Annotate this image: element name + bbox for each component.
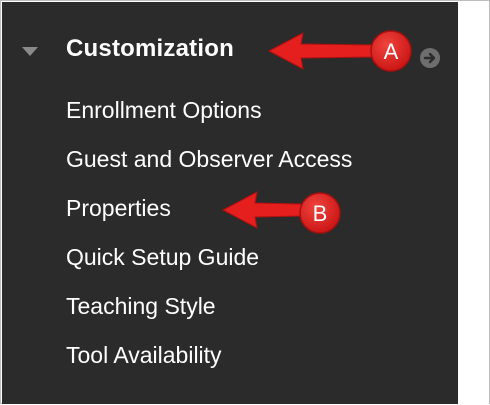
menu-item-tool-availability[interactable]: Tool Availability xyxy=(66,339,352,388)
menu-item-teaching-style[interactable]: Teaching Style xyxy=(66,290,352,339)
customization-menu: Enrollment Options Guest and Observer Ac… xyxy=(66,94,352,388)
customization-section-header[interactable]: Customization xyxy=(2,32,458,72)
menu-item-properties[interactable]: Properties xyxy=(66,192,352,241)
menu-item-quick-setup-guide[interactable]: Quick Setup Guide xyxy=(66,241,352,290)
collapse-triangle-icon[interactable] xyxy=(22,47,38,56)
course-management-sidebar: Customization Enrollment Options Guest a… xyxy=(2,2,458,404)
screenshot-frame: Customization Enrollment Options Guest a… xyxy=(0,0,490,404)
menu-item-guest-observer-access[interactable]: Guest and Observer Access xyxy=(66,143,352,192)
content-area xyxy=(458,2,489,404)
menu-item-enrollment-options[interactable]: Enrollment Options xyxy=(66,94,352,143)
section-title[interactable]: Customization xyxy=(66,35,234,63)
circle-arrow-right-icon[interactable] xyxy=(420,48,440,68)
